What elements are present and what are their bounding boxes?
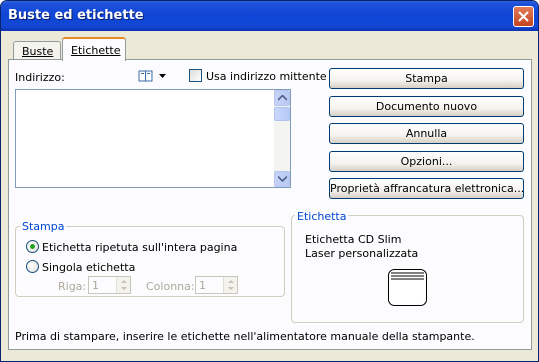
- cancel-button-label: Annulla: [405, 127, 448, 140]
- tab-etichette[interactable]: Etichette: [62, 37, 126, 61]
- column-label: Colonna:: [146, 280, 195, 293]
- tab-etichette-label: Etichette: [71, 44, 121, 57]
- row-spinner-value: 1: [92, 279, 99, 292]
- column-spinner-arrows[interactable]: [223, 277, 237, 293]
- chevron-up-icon: [278, 95, 287, 101]
- address-textarea[interactable]: [15, 89, 291, 188]
- print-button[interactable]: Stampa: [329, 68, 524, 89]
- address-scrollbar[interactable]: [274, 90, 290, 187]
- close-button[interactable]: [513, 6, 534, 27]
- row-spinner[interactable]: 1: [88, 276, 131, 294]
- chevron-down-icon: [278, 176, 287, 182]
- label-name-line1: Etichetta CD Slim: [305, 233, 402, 246]
- label-name-line2: Laser personalizzata: [305, 247, 419, 260]
- tab-buste-label: Buste: [22, 45, 54, 58]
- status-message: Prima di stampare, inserire le etichette…: [15, 330, 475, 343]
- options-button[interactable]: Opzioni...: [329, 151, 524, 172]
- epostage-properties-button[interactable]: Proprietà affrancatura elettronica...: [329, 178, 524, 199]
- use-sender-label-text: Usa indirizzo mittente: [206, 70, 327, 83]
- scroll-thumb[interactable]: [274, 107, 290, 121]
- title-bar[interactable]: Buste ed etichette: [1, 1, 538, 31]
- single-label-radio[interactable]: [26, 260, 39, 273]
- full-page-radio[interactable]: [26, 240, 39, 253]
- scroll-up-button[interactable]: [274, 90, 290, 106]
- tab-buste[interactable]: Buste: [13, 41, 61, 61]
- window-title: Buste ed etichette: [8, 8, 144, 23]
- use-sender-checkbox[interactable]: [189, 69, 202, 82]
- spinner-arrows-icon: [121, 280, 127, 290]
- chevron-down-icon[interactable]: [159, 74, 166, 79]
- print-group-title: Stampa: [20, 220, 67, 233]
- spinner-arrows-icon: [228, 280, 234, 290]
- dialog-window: Buste ed etichette Buste Etichette Indir…: [0, 0, 539, 362]
- column-spinner-value: 1: [199, 279, 206, 292]
- single-label-radio-label[interactable]: Singola etichetta: [42, 261, 135, 274]
- print-button-label: Stampa: [405, 72, 448, 85]
- full-page-radio-label[interactable]: Etichetta ripetuta sull'intera pagina: [42, 241, 237, 254]
- options-button-label: Opzioni...: [400, 155, 453, 168]
- label-group-title: Etichetta: [295, 210, 349, 223]
- row-spinner-arrows[interactable]: [116, 277, 130, 293]
- address-book-icon[interactable]: [138, 70, 154, 82]
- cancel-button[interactable]: Annulla: [329, 123, 524, 144]
- column-spinner[interactable]: 1: [195, 276, 238, 294]
- radio-selected-dot: [30, 244, 35, 249]
- new-document-button-label: Documento nuovo: [375, 100, 478, 113]
- scroll-down-button[interactable]: [274, 171, 290, 187]
- row-label: Riga:: [58, 280, 87, 293]
- epostage-button-label: Proprietà affrancatura elettronica...: [330, 182, 525, 195]
- new-document-button[interactable]: Documento nuovo: [329, 96, 524, 117]
- label-sheet-icon[interactable]: [388, 269, 428, 307]
- close-icon: [518, 11, 529, 22]
- address-label: Indirizzo:: [15, 71, 65, 84]
- use-sender-label[interactable]: Usa indirizzo mittente: [206, 70, 327, 83]
